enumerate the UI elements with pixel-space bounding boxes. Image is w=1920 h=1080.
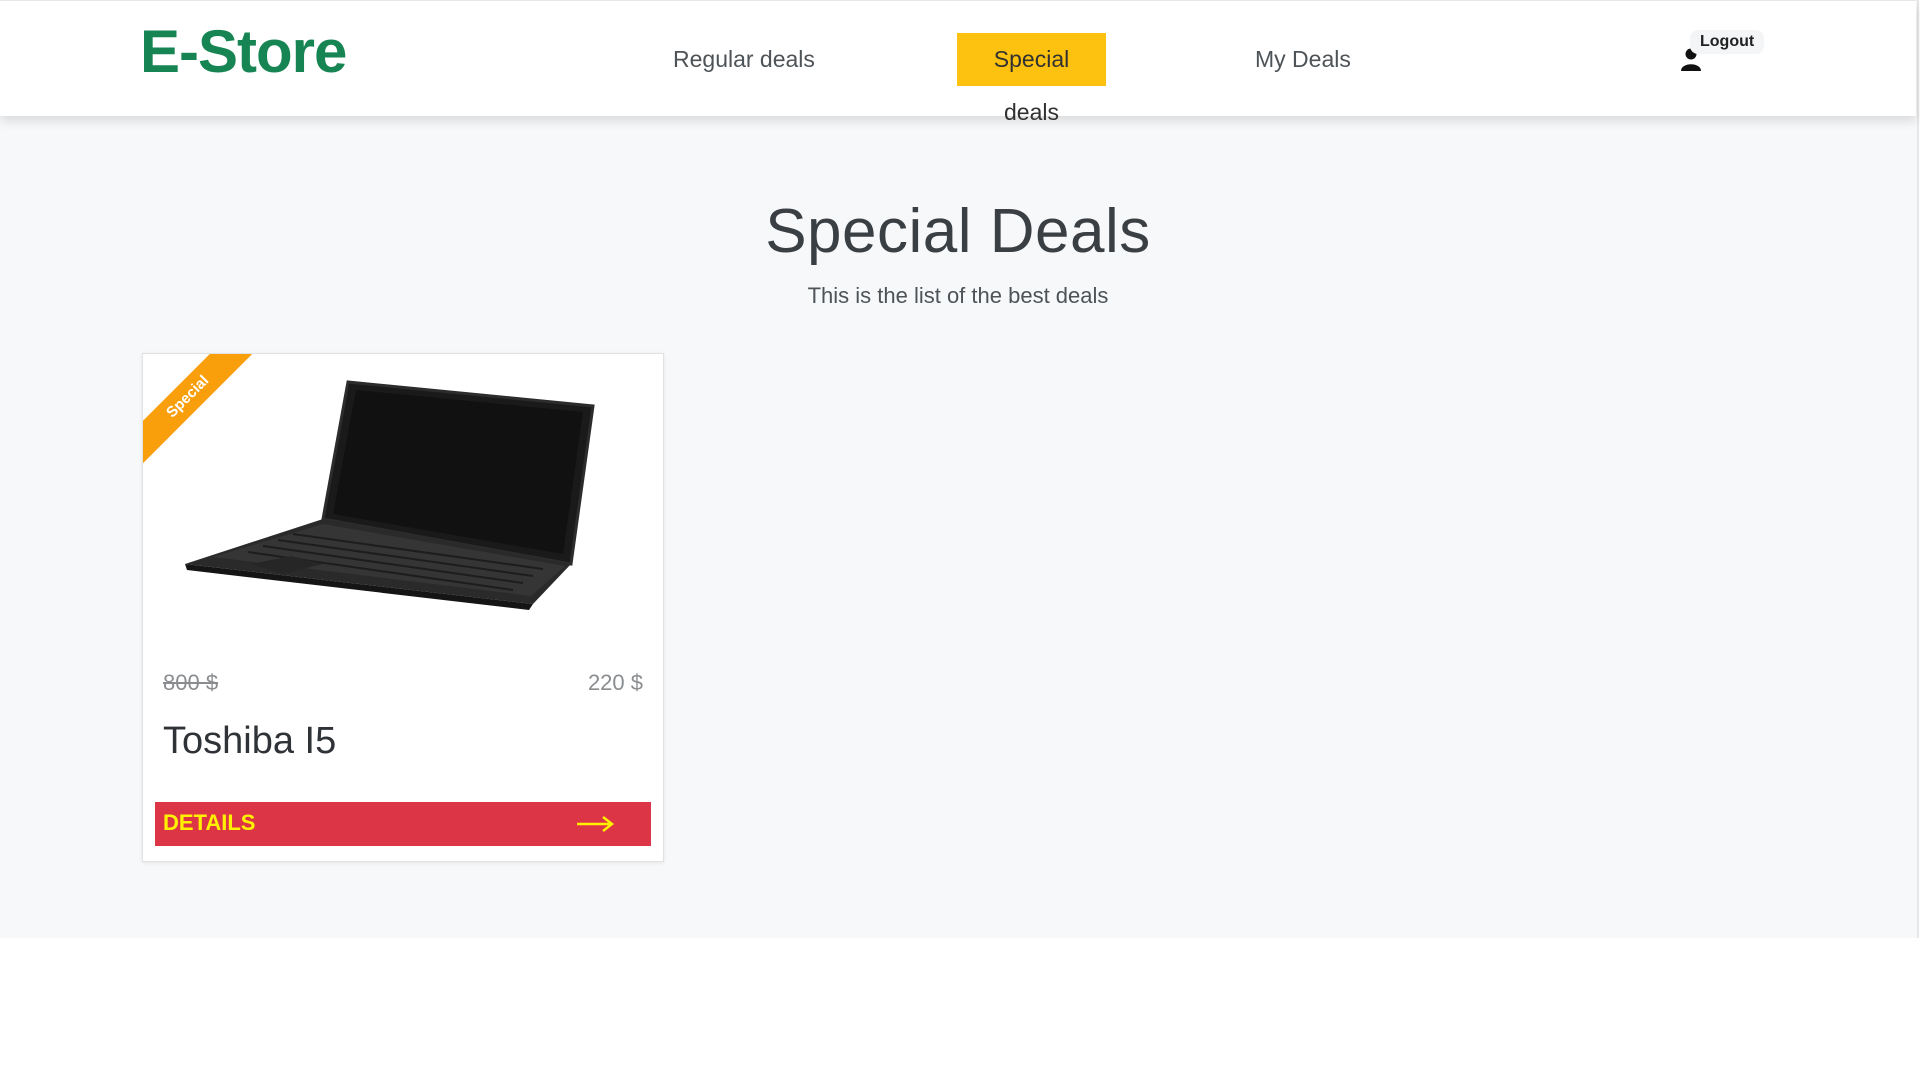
navbar: E-Store Regular deals Special deals My D…: [0, 0, 1916, 125]
page-subtitle: This is the list of the best deals: [807, 283, 1109, 308]
product-card: Special 800 $ 220 $ Toshiba I5 DETAILS: [142, 353, 664, 862]
details-button[interactable]: DETAILS: [155, 802, 651, 846]
page: E-Store Regular deals Special deals My D…: [0, 0, 1919, 938]
old-price: 800 $: [163, 670, 219, 695]
nav-regular-deals[interactable]: Regular deals: [663, 33, 825, 86]
product-name: Toshiba I5: [163, 720, 337, 762]
laptop-image[interactable]: [173, 364, 633, 614]
nav-special-deals[interactable]: Special deals: [957, 33, 1106, 125]
details-button-label: DETAILS: [163, 810, 256, 835]
arrow-right-icon: [577, 816, 615, 832]
nav-my-deals[interactable]: My Deals: [1245, 33, 1361, 86]
brand-logo[interactable]: E-Store: [140, 17, 347, 86]
page-title: Special Deals: [765, 197, 1151, 266]
new-price: 220 $: [587, 670, 643, 695]
user-area: Logout: [1680, 27, 1780, 77]
logout-button[interactable]: Logout: [1690, 30, 1765, 54]
